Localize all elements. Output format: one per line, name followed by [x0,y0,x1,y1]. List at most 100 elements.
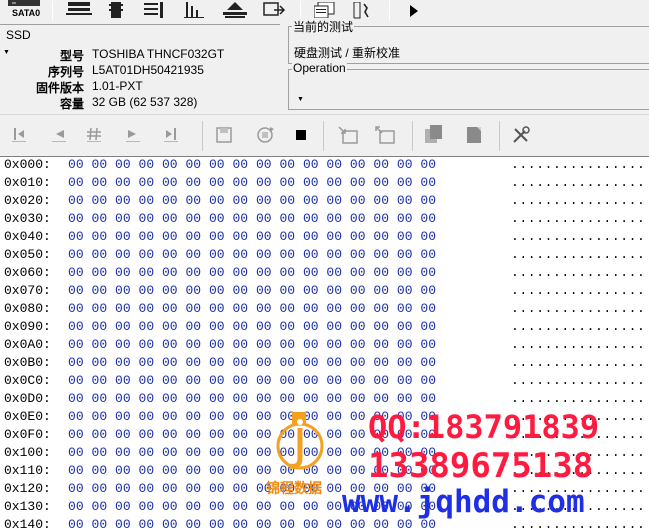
prev-sector-button[interactable] [48,124,70,146]
hex-row-bytes[interactable]: 00 00 00 00 00 00 00 00 00 00 00 00 00 0… [68,175,436,190]
hex-row-bytes[interactable]: 00 00 00 00 00 00 00 00 00 00 00 00 00 0… [68,157,436,172]
hex-row-address: 0x0E0: [4,409,51,424]
hex-row[interactable]: 0x050: 00 00 00 00 00 00 00 00 00 00 00 0… [0,247,649,265]
refresh-button[interactable] [253,124,277,146]
chip-button[interactable] [103,0,129,22]
hex-row-address: 0x090: [4,319,51,334]
hex-row-address: 0x0F0: [4,427,51,442]
hex-row-address: 0x030: [4,211,51,226]
play-icon [410,5,418,17]
hex-row-ascii: ................ [511,301,646,316]
hex-row-bytes[interactable]: 00 00 00 00 00 00 00 00 00 00 00 00 00 0… [68,247,436,262]
hash-icon [87,127,101,142]
hex-row[interactable]: 0x000: 00 00 00 00 00 00 00 00 00 00 00 0… [0,157,649,175]
hex-row[interactable]: 0x0B0: 00 00 00 00 00 00 00 00 00 00 00 0… [0,355,649,373]
refresh-disk-icon [257,127,274,143]
hex-row-address: 0x100: [4,445,51,460]
model-label: 型号 [59,49,84,63]
copy-sector-button[interactable] [422,124,446,146]
sata-port-button[interactable]: SATA0 [4,0,48,22]
hex-row-address: 0x0B0: [4,355,51,370]
model-row: 型号 TOSHIBA THNCF032GT [0,47,280,63]
hex-row[interactable]: 0x060: 00 00 00 00 00 00 00 00 00 00 00 0… [0,265,649,283]
hex-row-bytes[interactable]: 00 00 00 00 00 00 00 00 00 00 00 00 00 0… [68,229,436,244]
hex-row-ascii: ................ [511,319,646,334]
hex-row-bytes[interactable]: 00 00 00 00 00 00 00 00 00 00 00 00 00 0… [68,301,436,316]
next-sector-button[interactable] [122,124,144,146]
hex-row-bytes[interactable]: 00 00 00 00 00 00 00 00 00 00 00 00 00 0… [68,283,436,298]
hex-row-address: 0x130: [4,499,51,514]
ssd-panel-title: SSD [6,28,31,42]
hex-row-bytes[interactable]: 00 00 00 00 00 00 00 00 00 00 00 00 00 0… [68,355,436,370]
hex-row-ascii: ................ [511,265,646,280]
last-sector-button[interactable] [160,124,182,146]
hex-row-bytes[interactable]: 00 00 00 00 00 00 00 00 00 00 00 00 00 0… [68,211,436,226]
hex-row[interactable]: 0x0C0: 00 00 00 00 00 00 00 00 00 00 00 0… [0,373,649,391]
paste-sector-icon [467,127,481,143]
list-icon [144,2,163,18]
tools-button[interactable] [509,124,533,146]
hex-row[interactable]: 0x070: 00 00 00 00 00 00 00 00 00 00 00 0… [0,283,649,301]
chart-button[interactable] [181,0,207,22]
export-disk-button[interactable] [373,124,397,146]
list-button[interactable] [141,0,167,22]
hex-row-ascii: ................ [511,391,646,406]
hex-row-bytes[interactable]: 00 00 00 00 00 00 00 00 00 00 00 00 00 0… [68,373,436,388]
hex-row[interactable]: 0x0D0: 00 00 00 00 00 00 00 00 00 00 00 0… [0,391,649,409]
hex-row-ascii: ................ [511,211,646,226]
last-sector-icon [164,128,178,142]
hex-row-ascii: ................ [511,355,646,370]
hex-row-address: 0x010: [4,175,51,190]
tools-icon [513,126,530,143]
hex-row-ascii: ................ [511,373,646,388]
chip-icon [109,2,123,18]
firmware-label: 固件版本 [35,81,84,95]
hex-row-bytes[interactable]: 00 00 00 00 00 00 00 00 00 00 00 00 00 0… [68,391,436,406]
hex-row-bytes[interactable]: 00 00 00 00 00 00 00 00 00 00 00 00 00 0… [68,337,436,352]
current-test-group: 当前的测试 硬盘测试 / 重新校准 [288,18,649,64]
goto-sector-button[interactable] [83,124,105,146]
stop-button[interactable] [292,124,310,146]
hex-row[interactable]: 0x010: 00 00 00 00 00 00 00 00 00 00 00 0… [0,175,649,193]
serial-label: 序列号 [47,65,84,79]
serial-row: 序列号 L5AT01DH50421935 [0,63,280,79]
save-button[interactable] [213,124,235,146]
hex-row[interactable]: 0x030: 00 00 00 00 00 00 00 00 00 00 00 0… [0,211,649,229]
play-button[interactable] [406,0,422,22]
paste-sector-button[interactable] [462,124,486,146]
hex-row-bytes[interactable]: 00 00 00 00 00 00 00 00 00 00 00 00 00 0… [68,319,436,334]
export-button[interactable] [260,0,288,22]
hex-row-address: 0x070: [4,283,51,298]
first-sector-icon [12,128,26,142]
hex-row[interactable]: 0x040: 00 00 00 00 00 00 00 00 00 00 00 0… [0,229,649,247]
hex-row-address: 0x0A0: [4,337,51,352]
hex-row-address: 0x000: [4,157,51,172]
hex-row[interactable]: 0x0A0: 00 00 00 00 00 00 00 00 00 00 00 0… [0,337,649,355]
drive-list-button[interactable] [64,0,94,22]
operation-dropdown[interactable]: ▼ [293,94,333,108]
hex-row[interactable]: 0x080: 00 00 00 00 00 00 00 00 00 00 00 0… [0,301,649,319]
hex-row[interactable]: 0x090: 00 00 00 00 00 00 00 00 00 00 00 0… [0,319,649,337]
drive-eject-icon [223,2,247,18]
hex-row-ascii: ................ [511,283,646,298]
export-icon [263,2,286,16]
stop-icon [296,130,306,140]
copy-sector-icon [425,125,442,143]
import-button[interactable] [336,124,360,146]
hex-row-address: 0x140: [4,517,51,528]
ssd-info-panel: SSD ▼ 型号 TOSHIBA THNCF032GT 序列号 L5AT01DH… [0,24,280,111]
hex-row-ascii: ................ [511,337,646,352]
capacity-value: 32 GB (62 537 328) [92,95,198,109]
first-sector-button[interactable] [8,124,30,146]
hex-row-bytes[interactable]: 00 00 00 00 00 00 00 00 00 00 00 00 00 0… [68,193,436,208]
hex-row-address: 0x0D0: [4,391,51,406]
hex-row-bytes[interactable]: 00 00 00 00 00 00 00 00 00 00 00 00 00 0… [68,265,436,280]
current-test-legend: 当前的测试 [292,18,355,35]
model-value: TOSHIBA THNCF032GT [92,47,225,61]
hex-row[interactable]: 0x020: 00 00 00 00 00 00 00 00 00 00 00 0… [0,193,649,211]
watermark-url: www.jqhdd.com [342,484,585,520]
hex-row-address: 0x020: [4,193,51,208]
erase-button[interactable] [221,0,249,22]
capacity-label: 容量 [59,97,84,111]
sata-label: SATA0 [12,8,41,18]
